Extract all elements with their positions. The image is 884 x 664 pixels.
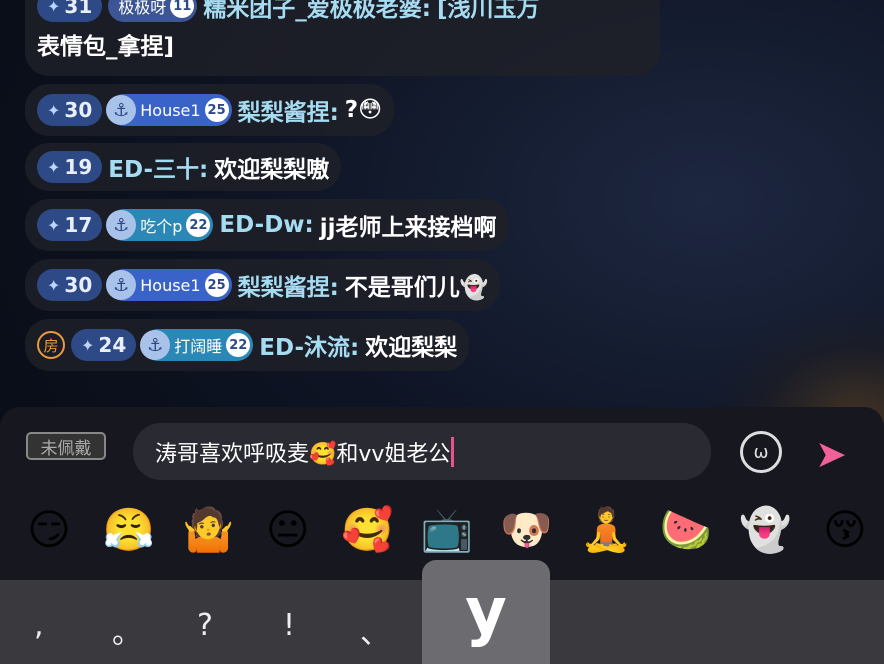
message-text: 欢迎梨梨嗷 — [214, 157, 330, 183]
text-caret — [451, 436, 455, 467]
level-badge: ✦ 30 — [37, 94, 103, 126]
emoji-item[interactable]: 🧘 — [579, 505, 633, 555]
diamond-icon: ✦ — [47, 275, 61, 295]
chat-input[interactable]: 涛哥喜欢呼吸麦🥰和vv姐老公 — [133, 423, 711, 480]
level-badge: ✦ 31 — [37, 0, 103, 22]
message-text: [浅川玉万 — [436, 0, 540, 22]
message-text: 不是哥们儿👻 — [344, 275, 489, 301]
message-text: jj老师上来接档啊 — [319, 215, 497, 241]
diamond-icon: ✦ — [47, 157, 61, 177]
fan-badge: ⚓ 打阔睡 22 — [140, 329, 254, 361]
level-badge: ✦ 17 — [37, 209, 103, 241]
key-pause-comma[interactable]: 、 — [360, 608, 390, 652]
emoji-item[interactable]: 😏 — [22, 505, 76, 555]
chat-message: ✦ 17 ⚓ 吃个p 22 ED-Dw: jj老师上来接档啊 — [25, 199, 509, 251]
room-admin-badge: 房 — [37, 331, 65, 359]
emoji-row: 😏 😤 🤷 😐 🥰 📺 🐶 🧘 🍉 👻 😚 — [22, 505, 872, 555]
username[interactable]: 梨梨酱捏: — [238, 268, 339, 302]
username[interactable]: ED-Dw: — [219, 212, 313, 238]
emoji-item[interactable]: 🤷 — [181, 505, 235, 555]
diamond-icon: ✦ — [81, 335, 95, 355]
fan-badge: ⚓ House1 25 — [106, 269, 232, 301]
fan-badge: ⚓ House1 25 — [106, 94, 232, 126]
key-period[interactable]: 。 — [112, 608, 142, 652]
message-text: 表情包_拿捏] — [37, 34, 175, 60]
chat-message: ✦ 30 ⚓ House1 25 梨梨酱捏: ?😳 — [25, 84, 395, 136]
emoji-item[interactable]: 📺 — [420, 505, 474, 555]
anchor-icon: ⚓ — [106, 270, 137, 300]
emoji-item[interactable]: 🐶 — [500, 505, 554, 555]
anchor-icon: ⚓ — [106, 210, 137, 240]
anchor-icon: ⚓ — [140, 330, 171, 360]
username[interactable]: 梨梨酱捏: — [238, 93, 339, 127]
key-question[interactable]: ? — [197, 608, 213, 643]
send-icon[interactable]: ➤ — [815, 432, 847, 476]
emoji-item[interactable]: 😐 — [261, 505, 315, 555]
chat-message: 房 ✦ 24 ⚓ 打阔睡 22 ED-沐流: 欢迎梨梨 — [25, 319, 470, 371]
key-comma[interactable]: , — [34, 608, 44, 643]
diamond-icon: ✦ — [47, 0, 61, 16]
emoji-item[interactable]: 🥰 — [340, 505, 394, 555]
message-text: ?😳 — [344, 97, 383, 123]
emoji-item[interactable]: 👻 — [738, 505, 792, 555]
chat-message: ✦ 30 ⚓ House1 25 梨梨酱捏: 不是哥们儿👻 — [25, 259, 501, 311]
emoji-item[interactable]: 😚 — [818, 505, 872, 555]
chat-message: ✦ 19 ED-三十: 欢迎梨梨嗷 — [25, 143, 342, 191]
diamond-icon: ✦ — [47, 215, 61, 235]
fan-badge: ⚓ 吃个p 22 — [106, 209, 214, 241]
level-badge: ✦ 24 — [71, 329, 137, 361]
emoji-item[interactable]: 🍉 — [659, 505, 713, 555]
level-badge: ✦ 19 — [37, 151, 103, 183]
message-text: 欢迎梨梨 — [365, 335, 458, 361]
username[interactable]: ED-三十: — [108, 150, 208, 184]
fan-badge: 极极呀 11 — [108, 0, 198, 22]
diamond-icon: ✦ — [47, 100, 61, 120]
anchor-icon: ⚓ — [106, 95, 137, 125]
key-exclamation[interactable]: ! — [283, 608, 295, 643]
key-preview-y[interactable]: y — [422, 560, 550, 664]
emoji-item[interactable]: 😤 — [102, 505, 156, 555]
username[interactable]: ED-沐流: — [259, 328, 359, 362]
username[interactable]: 糯米团子_爱极极老婆: — [203, 0, 431, 23]
medal-badge-button[interactable]: 未佩戴 — [26, 432, 106, 460]
chat-message: ✦ 31 极极呀 11 糯米团子_爱极极老婆: [浅川玉万 表情包_拿捏] — [25, 0, 660, 76]
level-badge: ✦ 30 — [37, 269, 103, 301]
emoji-toggle-icon[interactable]: ω — [740, 431, 782, 473]
